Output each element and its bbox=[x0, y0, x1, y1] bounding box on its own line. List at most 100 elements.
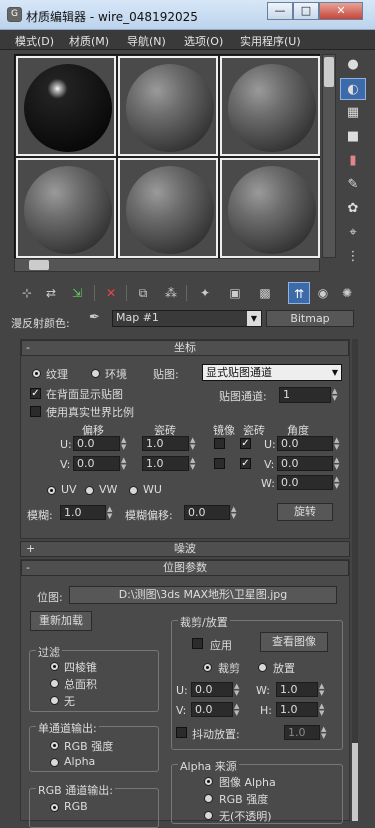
rgb-intensity2-radio[interactable] bbox=[204, 794, 213, 803]
v-offset-field[interactable]: 0.0 bbox=[73, 456, 120, 471]
image-alpha-radio[interactable] bbox=[204, 777, 213, 786]
spinner-icon[interactable]: ▲ ▼ bbox=[234, 703, 242, 717]
backlight-icon[interactable]: ◐ bbox=[340, 78, 366, 100]
sample-slot[interactable] bbox=[118, 56, 218, 156]
rgb-intensity-radio[interactable] bbox=[50, 741, 59, 750]
make-unique-icon[interactable]: ⧉ bbox=[132, 282, 154, 304]
real-world-checkbox[interactable] bbox=[30, 406, 41, 417]
uv-radio[interactable] bbox=[47, 486, 56, 495]
spinner-icon[interactable]: ▲ ▼ bbox=[190, 457, 198, 471]
w-angle-field[interactable]: 0.0 bbox=[277, 475, 333, 490]
close-button[interactable]: ✕ bbox=[319, 2, 363, 20]
go-forward-sibling-icon[interactable]: ◉ bbox=[312, 282, 334, 304]
bitmap-path-button[interactable]: D:\测图\3ds MAX地形\卫星图.jpg bbox=[69, 586, 337, 604]
crop-v-field[interactable]: 0.0 bbox=[191, 702, 233, 717]
v-tile-checkbox[interactable]: ✓ bbox=[240, 458, 251, 469]
spinner-icon[interactable]: ▲ ▼ bbox=[107, 506, 115, 520]
spinner-icon[interactable]: ▲ ▼ bbox=[334, 476, 342, 490]
assign-material-icon[interactable]: ⇲ bbox=[66, 282, 88, 304]
jitter-checkbox[interactable] bbox=[176, 727, 187, 738]
spinner-icon[interactable]: ▲ ▼ bbox=[121, 437, 129, 451]
summed-area-radio[interactable] bbox=[50, 679, 59, 688]
menu-utilities[interactable]: 实用程序(U) bbox=[240, 33, 301, 49]
minimize-button[interactable]: — bbox=[267, 2, 293, 20]
menu-mode[interactable]: 模式(D) bbox=[15, 33, 54, 49]
show-in-viewport-icon[interactable]: ▣ bbox=[224, 282, 246, 304]
alpha-radio[interactable] bbox=[50, 758, 59, 767]
make-preview-icon[interactable]: ✎ bbox=[340, 174, 366, 196]
select-by-material-icon[interactable]: ⌖ bbox=[340, 222, 366, 244]
rotate-button[interactable]: 旋转 bbox=[277, 503, 333, 521]
spinner-icon[interactable]: ▲ ▼ bbox=[190, 437, 198, 451]
spinner-icon[interactable]: ▲ ▼ bbox=[334, 457, 342, 471]
spinner-icon[interactable]: ▲ ▼ bbox=[332, 388, 340, 402]
rgb-radio[interactable] bbox=[50, 803, 59, 812]
maximize-button[interactable]: □ bbox=[293, 2, 319, 20]
spinner-icon[interactable]: ▲ ▼ bbox=[234, 683, 242, 697]
none-filter-radio[interactable] bbox=[50, 696, 59, 705]
blur-offset-field[interactable]: 0.0 bbox=[184, 505, 230, 520]
sample-slot[interactable] bbox=[16, 158, 116, 258]
material-id-channel-icon[interactable]: ✦ bbox=[194, 282, 216, 304]
options-icon[interactable]: ✿ bbox=[340, 198, 366, 220]
slots-vertical-scrollbar[interactable] bbox=[322, 54, 336, 258]
put-to-library-icon[interactable]: ⁂ bbox=[160, 282, 182, 304]
sample-slot[interactable] bbox=[118, 158, 218, 258]
uv-tiling-icon[interactable]: ■ bbox=[340, 126, 366, 148]
map-type-button[interactable]: Bitmap bbox=[266, 310, 354, 327]
sample-slot[interactable] bbox=[220, 56, 320, 156]
slots-horizontal-scrollbar[interactable] bbox=[14, 258, 320, 272]
spinner-icon[interactable]: ▲ ▼ bbox=[121, 457, 129, 471]
view-image-button[interactable]: 查看图像 bbox=[260, 632, 328, 652]
u-angle-field[interactable]: 0.0 bbox=[277, 436, 333, 451]
menu-navigation[interactable]: 导航(N) bbox=[127, 33, 166, 49]
eyedropper-icon[interactable]: ✒ bbox=[89, 310, 100, 325]
put-to-scene-icon[interactable]: ⇄ bbox=[40, 282, 62, 304]
menu-material[interactable]: 材质(M) bbox=[69, 33, 109, 49]
rollout-header-bitmap[interactable]: - 位图参数 bbox=[21, 560, 349, 576]
apply-checkbox[interactable] bbox=[192, 638, 203, 649]
crop-radio[interactable] bbox=[203, 663, 212, 672]
crop-u-field[interactable]: 0.0 bbox=[191, 682, 233, 697]
u-offset-field[interactable]: 0.0 bbox=[73, 436, 120, 451]
get-material-icon[interactable]: ⊹ bbox=[16, 282, 38, 304]
spinner-icon[interactable]: ▲ ▼ bbox=[319, 683, 327, 697]
none-opaque-radio[interactable] bbox=[204, 811, 213, 820]
environ-radio[interactable] bbox=[91, 369, 100, 378]
sample-slot[interactable] bbox=[16, 56, 116, 156]
map-name-field[interactable]: Map #1 ▼ bbox=[112, 310, 262, 327]
rollout-header-coordinates[interactable]: - 坐标 bbox=[21, 340, 349, 356]
spinner-icon[interactable]: ▲ ▼ bbox=[321, 726, 329, 740]
sample-type-icon[interactable]: ● bbox=[340, 54, 366, 76]
wu-radio[interactable] bbox=[129, 486, 138, 495]
go-to-parent-icon[interactable]: ⇈ bbox=[288, 282, 310, 304]
background-icon[interactable]: ▦ bbox=[340, 102, 366, 124]
v-mirror-checkbox[interactable] bbox=[214, 458, 225, 469]
menu-options[interactable]: 选项(O) bbox=[184, 33, 223, 49]
texture-radio[interactable] bbox=[32, 369, 41, 378]
scroll-thumb[interactable] bbox=[352, 743, 358, 821]
place-radio[interactable] bbox=[258, 663, 267, 672]
scroll-thumb[interactable] bbox=[324, 57, 334, 87]
map-channel-field[interactable]: 1 bbox=[279, 387, 331, 403]
vw-radio[interactable] bbox=[85, 486, 94, 495]
show-back-checkbox[interactable]: ✓ bbox=[30, 388, 41, 399]
chevron-down-icon[interactable]: ▼ bbox=[247, 311, 261, 326]
mapping-dropdown[interactable]: 显式贴图通道 ▼ bbox=[202, 364, 342, 381]
params-scrollbar[interactable] bbox=[352, 339, 358, 821]
scroll-thumb[interactable] bbox=[29, 260, 49, 270]
spinner-icon[interactable]: ▲ ▼ bbox=[231, 506, 239, 520]
video-color-check-icon[interactable]: ▮ bbox=[340, 150, 366, 172]
reset-map-icon[interactable]: ✕ bbox=[100, 282, 122, 304]
rollout-header-noise[interactable]: + 噪波 bbox=[20, 541, 350, 557]
pyramidal-radio[interactable] bbox=[50, 662, 59, 671]
crop-h-field[interactable]: 1.0 bbox=[276, 702, 318, 717]
spinner-icon[interactable]: ▲ ▼ bbox=[319, 703, 327, 717]
sample-slot[interactable] bbox=[220, 158, 320, 258]
v-tiling-field[interactable]: 1.0 bbox=[142, 456, 189, 471]
crop-w-field[interactable]: 1.0 bbox=[276, 682, 318, 697]
v-angle-field[interactable]: 0.0 bbox=[277, 456, 333, 471]
u-tiling-field[interactable]: 1.0 bbox=[142, 436, 189, 451]
u-tile-checkbox[interactable]: ✓ bbox=[240, 438, 251, 449]
spinner-icon[interactable]: ▲ ▼ bbox=[334, 437, 342, 451]
